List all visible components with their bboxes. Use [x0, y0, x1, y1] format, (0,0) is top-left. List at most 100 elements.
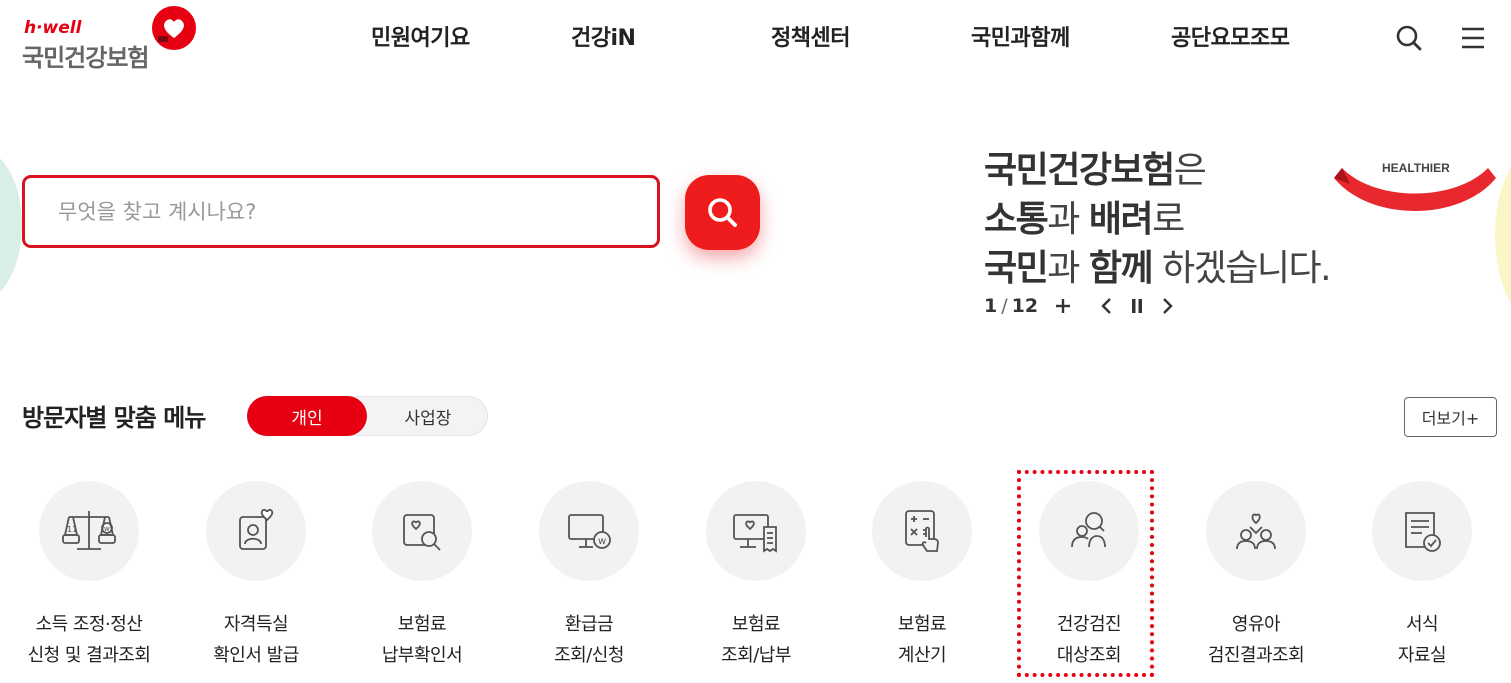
- menu-label-line: 조회/신청: [554, 645, 624, 666]
- nav-item-with-citizens[interactable]: 국민과함께: [971, 20, 1070, 52]
- plus-icon[interactable]: [1052, 294, 1074, 318]
- slogan-text: 로: [1152, 199, 1185, 240]
- pager-current: 1: [984, 295, 998, 317]
- slogan-line-2: 소통과 배려로: [984, 195, 1364, 244]
- nav-item-health-in[interactable]: 건강iN: [571, 20, 636, 52]
- menu-label: 자격득실 확인서 발급: [176, 609, 336, 671]
- menu-label-line: 자료실: [1397, 645, 1447, 666]
- slogan-strong: 국민: [984, 248, 1049, 289]
- menu-item-premium-payment[interactable]: 보험료조회/납부: [676, 481, 836, 671]
- slogan-line-3: 국민과 함께 하겠습니다.: [984, 244, 1364, 293]
- people-search-icon: [1071, 512, 1106, 548]
- svg-text:11: 11: [67, 525, 77, 534]
- menu-item-qualification-certificate[interactable]: 자격득실 확인서 발급: [176, 481, 336, 671]
- id-card-heart-icon: [239, 508, 274, 550]
- menu-icon-circle: [1039, 481, 1139, 581]
- visitor-menu-title: 방문자별 맞춤 메뉴: [22, 404, 206, 432]
- visitor-type-toggle: 개인 사업장: [247, 396, 488, 436]
- menu-item-premium-calculator[interactable]: 보험료계산기: [842, 481, 1002, 671]
- menu-label: 소득 조정·정산신청 및 결과조회: [9, 609, 169, 671]
- search-icon[interactable]: [1395, 24, 1423, 52]
- menu-label-line: 납부확인서: [381, 645, 463, 666]
- nav-item-policy-center[interactable]: 정책센터: [771, 20, 850, 52]
- slogan-text: 과: [1047, 199, 1089, 240]
- menu-icon-circle: [206, 481, 306, 581]
- menu-label-line: 조회/납부: [721, 645, 791, 666]
- menu-item-refund[interactable]: w 환급금조회/신청: [509, 481, 669, 671]
- chevron-right-icon[interactable]: [1156, 294, 1178, 318]
- nav-item-about-corp[interactable]: 공단요모조모: [1171, 20, 1290, 52]
- menu-label: 건강검진대상조회: [1009, 609, 1169, 671]
- slogan-text: 과: [1047, 248, 1089, 289]
- menu-label-line: 건강검진: [1056, 614, 1122, 635]
- tab-business[interactable]: 사업장: [368, 396, 488, 436]
- slogan-text: 하겠습니다.: [1152, 248, 1332, 289]
- menu-label-line: 소득 조정·정산: [35, 614, 143, 635]
- menu-label-line: 서식: [1405, 614, 1439, 635]
- menu-label-line: 영유아: [1231, 614, 1281, 635]
- chevron-left-icon[interactable]: [1096, 294, 1118, 318]
- tab-individual[interactable]: 개인: [247, 396, 367, 436]
- slogan-strong: 배려: [1088, 199, 1154, 240]
- monitor-won-icon: w: [568, 514, 611, 549]
- family-heart-icon: [1236, 513, 1276, 550]
- menu-label: 보험료계산기: [842, 609, 1002, 671]
- banner-pager: 1/12: [984, 292, 1038, 320]
- calculator-icon: [905, 510, 939, 552]
- menu-label-line: 신청 및 결과조회: [27, 645, 151, 666]
- slogan-text: 은: [1173, 150, 1207, 191]
- menu-item-infant-checkup-results[interactable]: 영유아검진결과조회: [1176, 481, 1336, 671]
- menu-label: 서식자료실: [1342, 609, 1502, 671]
- menu-item-form-library[interactable]: 서식자료실: [1342, 481, 1502, 671]
- search-button[interactable]: [685, 175, 760, 250]
- svg-text:w: w: [598, 536, 606, 547]
- logo-hwell-text: h·well: [24, 18, 82, 38]
- slogan-strong: 소통: [984, 199, 1049, 240]
- menu-label-line: 보험료: [731, 614, 781, 635]
- menu-icon-circle: [372, 481, 472, 581]
- menu-icon-circle: [1206, 481, 1306, 581]
- menu-label-line: 계산기: [897, 645, 947, 666]
- slogan-line-1: 국민건강보험은: [984, 146, 1364, 195]
- menu-label-line: 보험료: [897, 614, 947, 635]
- hamburger-menu-icon[interactable]: [1459, 24, 1487, 52]
- scale-icon: 11 w: [62, 511, 116, 550]
- menu-label: 환급금조회/신청: [509, 609, 669, 671]
- nhis-logo[interactable]: h·well 국민건강보험: [22, 6, 202, 72]
- logo-name-text: 국민건강보험: [22, 44, 149, 72]
- menu-item-checkup-eligibility[interactable]: 건강검진대상조회: [1009, 481, 1169, 671]
- menu-icon-circle: w: [539, 481, 639, 581]
- menu-label-line: 보험료: [397, 614, 447, 635]
- search-box: [22, 175, 660, 248]
- more-button[interactable]: 더보기+: [1404, 397, 1497, 437]
- pager-total: 12: [1011, 295, 1039, 317]
- menu-item-payment-certificate[interactable]: 보험료납부확인서: [342, 481, 502, 671]
- menu-icon-circle: [1372, 481, 1472, 581]
- pager-count: 1/12: [984, 295, 1038, 317]
- menu-label-line: 확인서 발급: [213, 645, 299, 666]
- menu-label-line: 환급금: [564, 614, 614, 635]
- nav-item-civil-service[interactable]: 민원여기요: [371, 20, 470, 52]
- menu-label-line: 대상조회: [1056, 645, 1122, 666]
- search-input[interactable]: [25, 178, 657, 245]
- ribbon-text: HEALTHIER: [1382, 161, 1450, 175]
- menu-label-line: 검진결과조회: [1207, 645, 1305, 666]
- slogan-strong: 함께: [1088, 248, 1154, 289]
- slogan-banner[interactable]: 국민건강보험은 소통과 배려로 국민과 함께 하겠습니다.: [984, 146, 1364, 293]
- menu-icon-circle: [872, 481, 972, 581]
- pager-separator: /: [1001, 295, 1008, 317]
- menu-label: 영유아검진결과조회: [1176, 609, 1336, 671]
- heart-logo-icon: [152, 6, 196, 50]
- menu-icon-circle: 11 w: [39, 481, 139, 581]
- menu-item-income-adjustment[interactable]: 11 w 소득 조정·정산신청 및 결과조회: [9, 481, 169, 671]
- slogan-strong: 국민건강보험: [984, 150, 1175, 191]
- form-check-icon: [1405, 512, 1441, 552]
- svg-text:w: w: [104, 525, 110, 533]
- menu-label: 보험료납부확인서: [342, 609, 502, 671]
- pause-icon[interactable]: [1126, 294, 1148, 318]
- decorative-blob-left: [0, 150, 22, 300]
- monitor-receipt-icon: [733, 514, 777, 553]
- menu-label: 보험료조회/납부: [676, 609, 836, 671]
- search-icon: [707, 197, 737, 227]
- document-search-icon: [403, 514, 441, 551]
